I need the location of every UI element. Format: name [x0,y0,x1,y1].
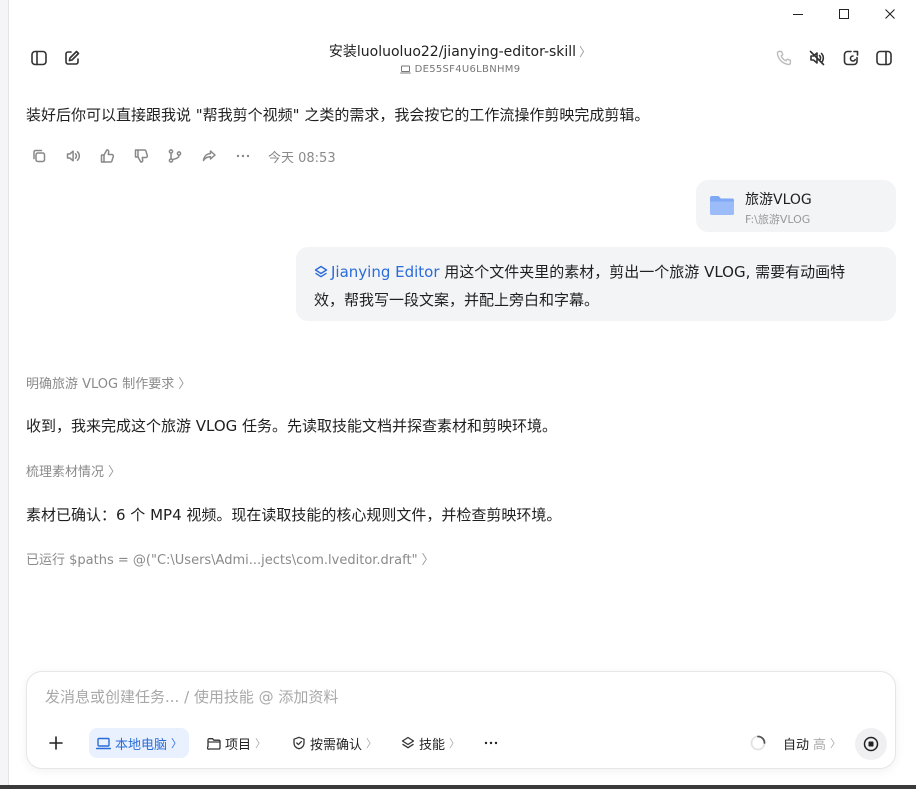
step-1-toggle[interactable]: 明确旅游 VLOG 制作要求 〉 [26,376,191,394]
chevron-right-icon: 〉 [421,553,435,568]
skill-name: Jianying Editor [331,263,440,281]
project-button[interactable]: 项目 〉 [207,728,266,758]
new-chat-button[interactable] [60,46,84,70]
read-aloud-icon [66,150,80,162]
left-window-edge [0,0,9,789]
step-3-label: 已运行 $paths = @("C:\Users\Admi...jects\co… [26,553,418,568]
message-time: 今天 08:53 [268,150,336,166]
thumbs-down-icon [134,149,149,163]
new-chat-icon [65,50,80,65]
project-label: 项目 [225,737,252,753]
maximize-icon [839,9,849,19]
local-computer-label: 本地电脑 [115,737,168,753]
panel-toggle-icon [876,50,892,66]
thumbs-up-icon [100,149,115,163]
confirm-mode-button[interactable]: 按需确认 〉 [292,728,377,758]
chevron-right-icon: 〉 [830,737,842,750]
more-icon [236,154,250,158]
call-button[interactable] [772,46,796,70]
message-input[interactable] [45,688,865,706]
mute-button[interactable] [805,46,829,70]
read-aloud-button[interactable] [62,146,84,166]
skills-button[interactable]: 技能 〉 [401,728,460,758]
title-area[interactable]: 安装luoluoluo22/jianying-editor-skill 〉 DE5… [210,41,710,75]
close-icon [885,9,895,19]
step-2-text: 素材已确认：6 个 MP4 视频。现在读取技能的核心规则文件，并检查剪映环境。 [26,506,562,524]
folder-icon [710,196,734,215]
chevron-right-icon: 〉 [171,737,183,750]
user-message: Jianying Editor 用这个文件夹里的素材，剪出一个旅游 VLOG, … [296,247,896,321]
more-options-button[interactable] [479,728,503,758]
volume-mute-icon [809,50,825,66]
device-id: DE55SF4U6LBNHM9 [414,64,521,75]
refresh-window-icon [843,50,859,66]
user-message-text-1: 用这个文件夹里的素材，剪出一个旅游 VLOG, 需要有动画特 [439,263,846,281]
loading-spinner-icon [750,735,766,751]
more-button[interactable] [232,146,254,166]
copy-icon [33,149,46,163]
assistant-message: 装好后你可以直接跟我说 "帮我剪个视频" 之类的需求，我会按它的工作流操作剪映完… [26,106,650,124]
composer-toolbar: 本地电脑 〉 项目 〉 按需确认 〉 技能 〉 自动 高 〉 [37,728,887,760]
confirm-mode-label: 按需确认 [310,737,363,753]
share-button[interactable] [198,146,220,166]
auto-mode-level: 高 [813,737,827,753]
title-chevron-icon: 〉 [579,45,592,59]
chat-header: 安装luoluoluo22/jianying-editor-skill 〉 DE5… [10,30,916,88]
folder-outline-icon [207,737,221,750]
auto-mode-button[interactable]: 自动 高 〉 [783,728,841,758]
step-1-label: 明确旅游 VLOG 制作要求 [26,377,175,392]
local-computer-button[interactable]: 本地电脑 〉 [89,728,190,758]
stop-icon [863,736,879,752]
auto-mode-label: 自动 [783,737,810,753]
step-2-toggle[interactable]: 梳理素材情况 〉 [26,464,121,482]
branch-button[interactable] [164,146,186,166]
sidebar-toggle-button[interactable] [27,46,51,70]
laptop-icon [96,737,111,749]
skill-mention[interactable]: Jianying Editor [314,263,440,281]
chevron-right-icon: 〉 [108,465,122,480]
skills-label: 技能 [419,737,446,753]
minimize-icon [793,14,803,15]
page-title: 安装luoluoluo22/jianying-editor-skill [328,44,577,60]
plus-icon [49,736,63,750]
attachment-card[interactable]: 旅游VLOG F:\旅游VLOG [696,180,896,232]
chevron-right-icon: 〉 [178,377,192,392]
laptop-icon [399,65,411,74]
shield-check-icon [293,736,305,750]
stop-button[interactable] [855,728,887,760]
loading-indicator [747,728,769,758]
branch-icon [168,149,182,163]
attachment-path: F:\旅游VLOG [745,213,811,226]
chevron-right-icon: 〉 [449,737,461,750]
maximize-button[interactable] [821,0,867,28]
composer: 本地电脑 〉 项目 〉 按需确认 〉 技能 〉 自动 高 〉 [26,671,896,769]
device-row: DE55SF4U6LBNHM9 [210,64,710,75]
window-bottom-edge [0,785,916,789]
refresh-window-button[interactable] [839,46,863,70]
step-2-label: 梳理素材情况 [26,465,105,480]
more-icon [484,741,498,745]
phone-icon [776,50,792,66]
close-window-button[interactable] [867,0,913,28]
message-actions: 今天 08:53 [28,146,336,166]
panel-toggle-button[interactable] [872,46,896,70]
attachment-name: 旅游VLOG [745,192,812,208]
add-button[interactable] [43,728,69,758]
user-message-line-2: 效，帮我写一段文案，并配上旁白和字幕。 [314,291,600,309]
copy-button[interactable] [28,146,50,166]
thumbs-down-button[interactable] [130,146,152,166]
skill-layers-icon [401,736,415,749]
step-3-toggle[interactable]: 已运行 $paths = @("C:\Users\Admi...jects\co… [26,552,435,570]
skill-layers-icon [314,265,328,278]
sidebar-toggle-icon [31,50,47,66]
minimize-button[interactable] [775,0,821,28]
chevron-right-icon: 〉 [255,737,267,750]
share-icon [202,150,216,162]
chevron-right-icon: 〉 [366,737,378,750]
step-1-text: 收到，我来完成这个旅游 VLOG 任务。先读取技能文档并探查素材和剪映环境。 [26,417,558,435]
thumbs-up-button[interactable] [96,146,118,166]
user-message-line-1: Jianying Editor 用这个文件夹里的素材，剪出一个旅游 VLOG, … [314,258,880,286]
